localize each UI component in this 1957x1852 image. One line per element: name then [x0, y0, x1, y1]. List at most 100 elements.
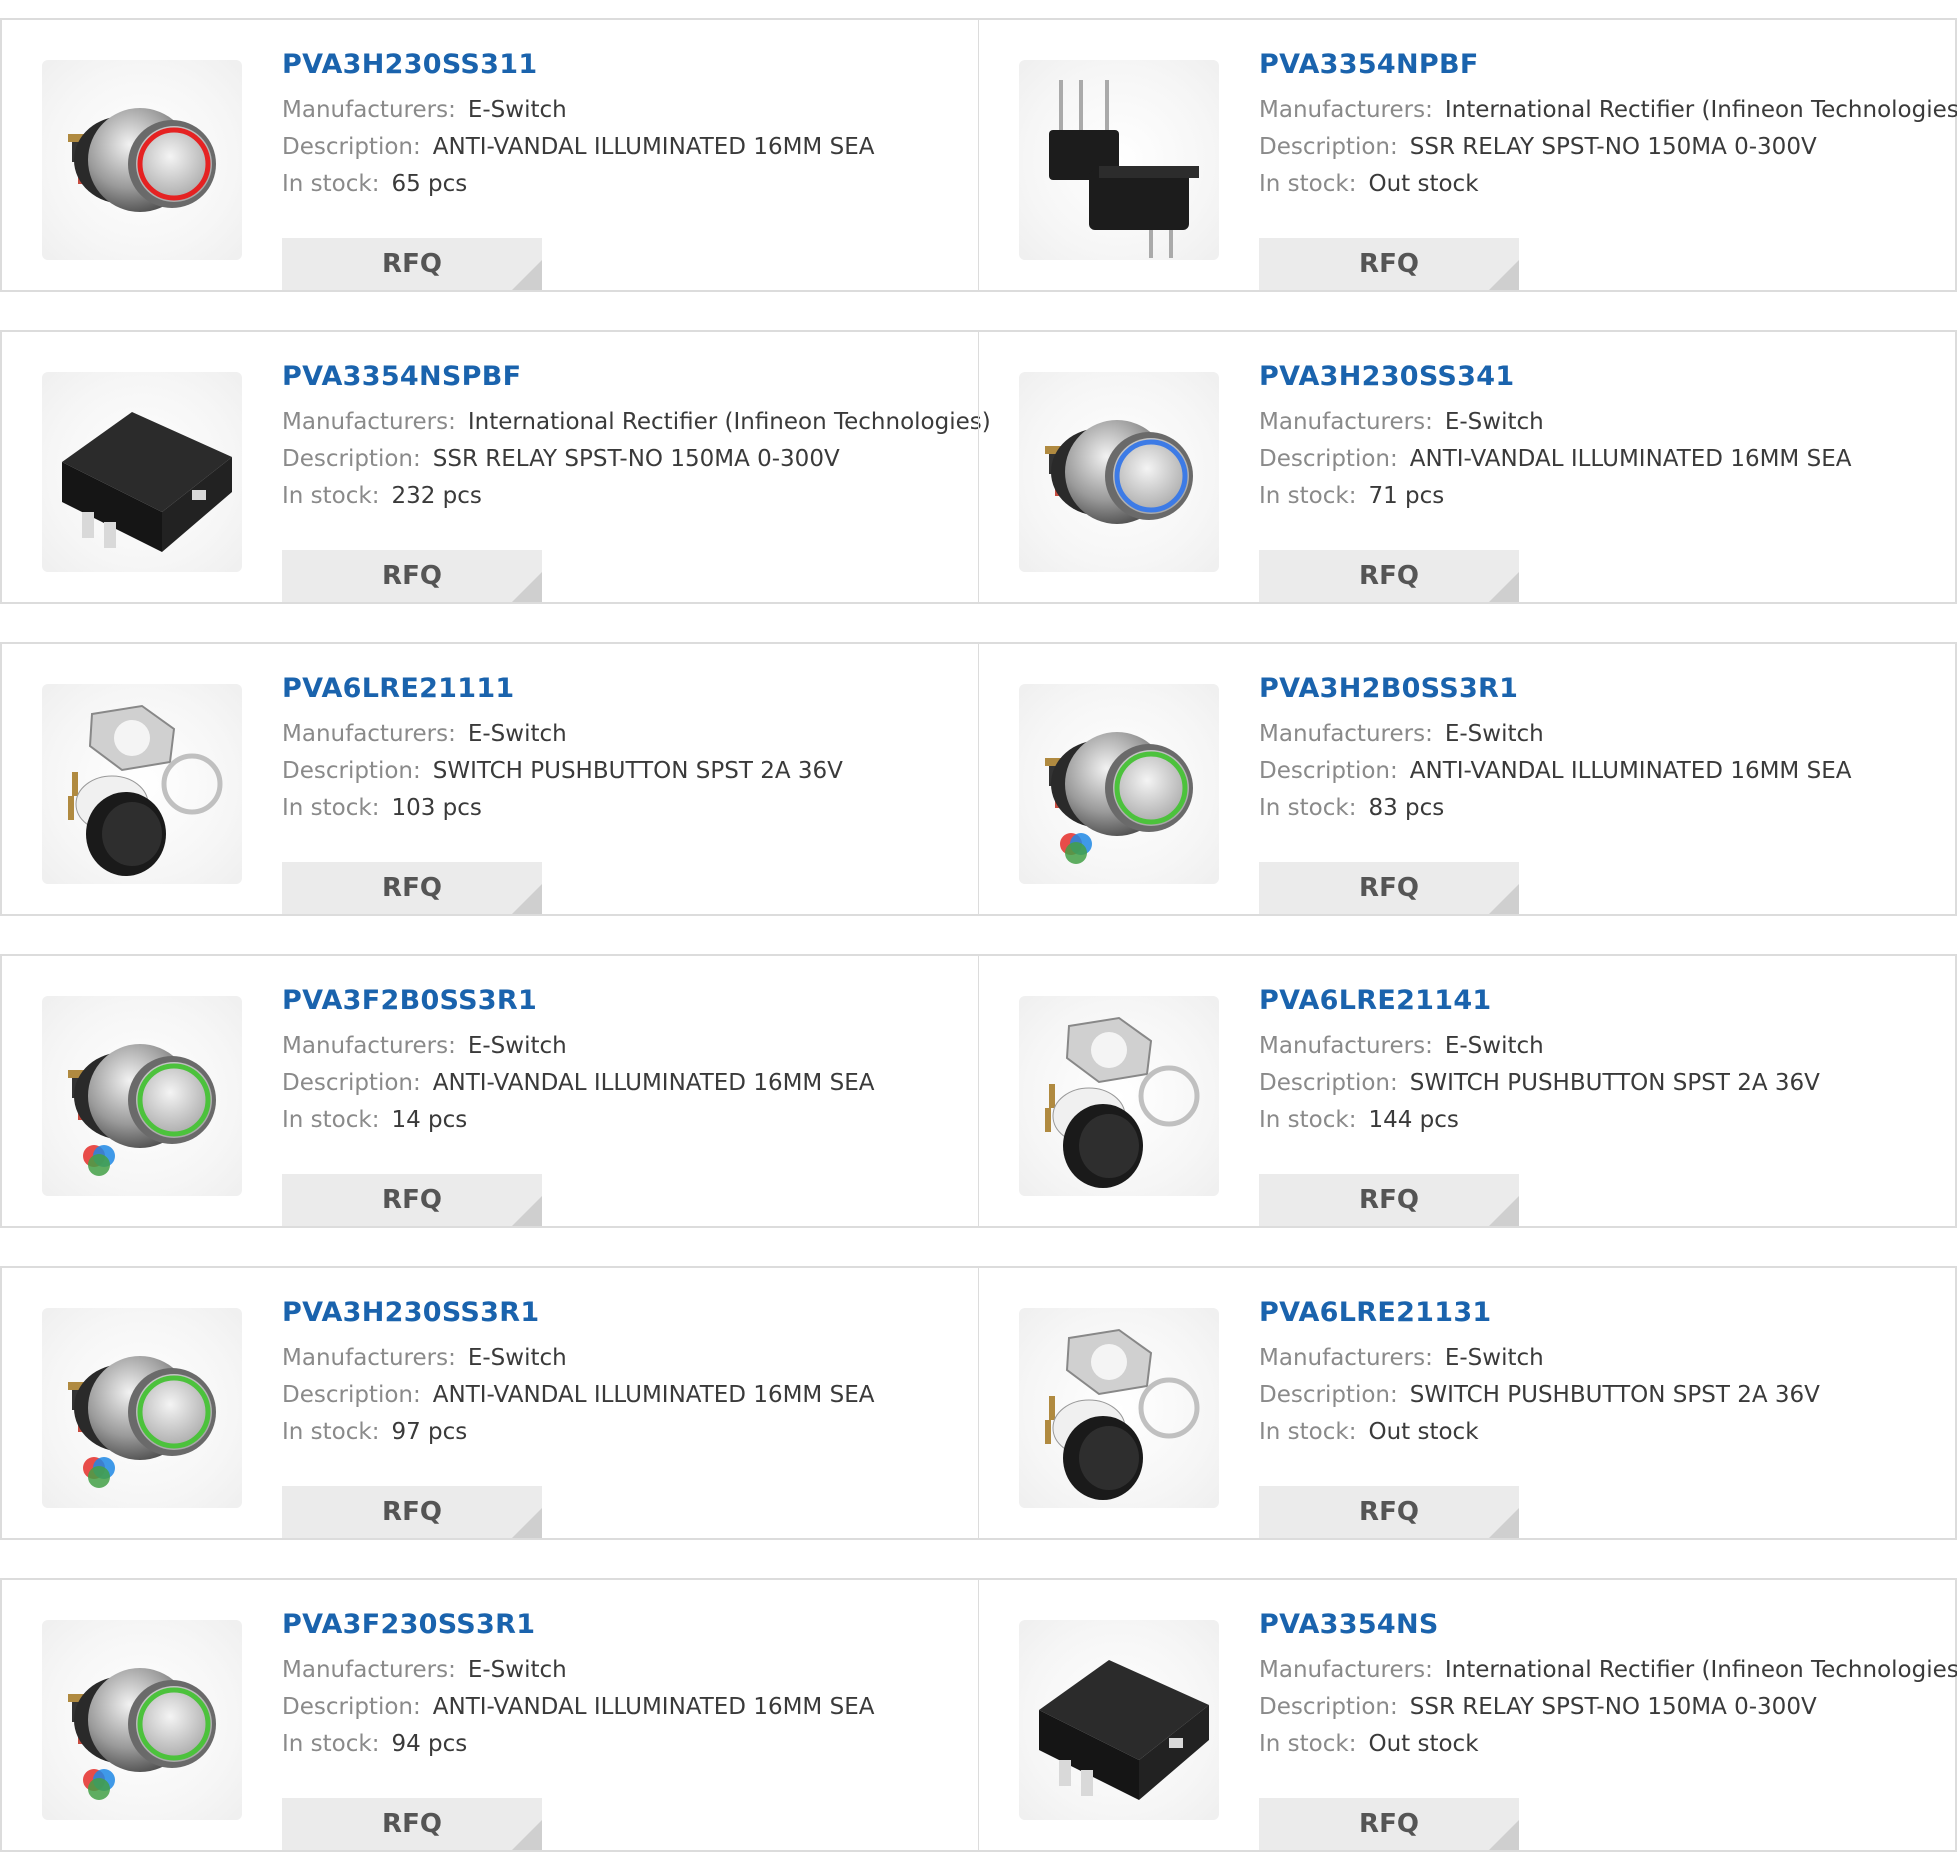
- product-image[interactable]: [1019, 684, 1219, 884]
- product-image[interactable]: [42, 372, 242, 572]
- part-number-link[interactable]: PVA3354NPBF: [1259, 48, 1945, 82]
- rfq-button[interactable]: RFQ: [282, 1798, 542, 1850]
- description-value: ANTI-VANDAL ILLUMINATED 16MM SEA: [432, 134, 875, 160]
- stock-label: In stock:: [1259, 171, 1357, 197]
- description-line: Description: ANTI-VANDAL ILLUMINATED 16MM…: [282, 1689, 968, 1726]
- product-image[interactable]: [1019, 1308, 1219, 1508]
- description-label: Description:: [1259, 758, 1398, 784]
- description-value: ANTI-VANDAL ILLUMINATED 16MM SEA: [432, 1070, 875, 1096]
- stock-label: In stock:: [1259, 483, 1357, 509]
- description-label: Description:: [282, 1694, 421, 1720]
- part-number-link[interactable]: PVA6LRE21141: [1259, 984, 1945, 1018]
- manufacturer-label: Manufacturers:: [1259, 409, 1433, 435]
- rfq-label: RFQ: [1359, 1497, 1419, 1527]
- manufacturer-label: Manufacturers:: [282, 1033, 456, 1059]
- rfq-label: RFQ: [1359, 249, 1419, 279]
- manufacturer-line: Manufacturers: E-Switch: [282, 92, 968, 129]
- product-image[interactable]: [42, 684, 242, 884]
- part-number-link[interactable]: PVA3H230SS3R1: [282, 1296, 968, 1330]
- product-card: PVA6LRE21141 Manufacturers: E-Switch Descri…: [978, 956, 1957, 1226]
- manufacturer-value: International Rectifier (Infineon Techno…: [1444, 97, 1957, 123]
- part-number-link[interactable]: PVA3354NS: [1259, 1608, 1945, 1642]
- product-image[interactable]: [1019, 996, 1219, 1196]
- corner-triangle-icon: [1489, 1820, 1519, 1850]
- smd-relay-icon: [1039, 1660, 1209, 1800]
- product-image[interactable]: [42, 996, 242, 1196]
- product-image[interactable]: [42, 60, 242, 260]
- description-line: Description: ANTI-VANDAL ILLUMINATED 16MM…: [282, 1377, 968, 1414]
- description-label: Description:: [282, 134, 421, 160]
- description-value: ANTI-VANDAL ILLUMINATED 16MM SEA: [432, 1694, 875, 1720]
- part-number-link[interactable]: PVA3F230SS3R1: [282, 1608, 968, 1642]
- product-image[interactable]: [1019, 1620, 1219, 1820]
- rfq-label: RFQ: [1359, 1809, 1419, 1839]
- stock-line: In stock: 14 pcs: [282, 1102, 968, 1139]
- part-number-link[interactable]: PVA6LRE21131: [1259, 1296, 1945, 1330]
- product-info: PVA3H230SS3R1 Manufacturers: E-Switch Descr…: [282, 1296, 968, 1451]
- rfq-button[interactable]: RFQ: [1259, 1798, 1519, 1850]
- rfq-label: RFQ: [1359, 1185, 1419, 1215]
- rfq-button[interactable]: RFQ: [282, 862, 542, 914]
- product-card: PVA3H2B0SS3R1 Manufacturers: E-Switch Descr…: [978, 644, 1957, 914]
- part-number-link[interactable]: PVA6LRE21111: [282, 672, 968, 706]
- rfq-label: RFQ: [1359, 873, 1419, 903]
- manufacturer-line: Manufacturers: E-Switch: [1259, 716, 1945, 753]
- part-number-link[interactable]: PVA3354NSPBF: [282, 360, 968, 394]
- rfq-label: RFQ: [382, 1497, 442, 1527]
- product-card: PVA3354NSPBF Manufacturers: International …: [0, 332, 991, 602]
- stock-value: 83 pcs: [1368, 795, 1445, 821]
- stock-label: In stock:: [282, 1731, 380, 1757]
- manufacturer-value: E-Switch: [467, 1657, 567, 1683]
- manufacturer-value: International Rectifier (Infineon Techno…: [467, 409, 991, 435]
- stock-line: In stock: Out stock: [1259, 1726, 1945, 1763]
- rfq-button[interactable]: RFQ: [282, 550, 542, 602]
- stock-line: In stock: 94 pcs: [282, 1726, 968, 1763]
- manufacturer-value: E-Switch: [1444, 1033, 1544, 1059]
- rfq-button[interactable]: RFQ: [282, 1486, 542, 1538]
- stock-value: Out stock: [1368, 1419, 1479, 1445]
- manufacturer-label: Manufacturers:: [1259, 1033, 1433, 1059]
- product-info: PVA3F230SS3R1 Manufacturers: E-Switch Descr…: [282, 1608, 968, 1763]
- rfq-button[interactable]: RFQ: [1259, 238, 1519, 290]
- product-card: PVA3F230SS3R1 Manufacturers: E-Switch Descr…: [0, 1580, 979, 1850]
- manufacturer-value: E-Switch: [467, 97, 567, 123]
- black-pushbutton-nut-icon: [1045, 1016, 1200, 1188]
- product-row: PVA3H230SS3R1 Manufacturers: E-Switch Descr…: [0, 1266, 1957, 1540]
- description-value: SSR RELAY SPST-NO 150MA 0-300V: [1409, 134, 1817, 160]
- stock-line: In stock: Out stock: [1259, 1414, 1945, 1451]
- description-line: Description: ANTI-VANDAL ILLUMINATED 16MM…: [282, 129, 968, 166]
- description-label: Description:: [1259, 1694, 1398, 1720]
- black-pushbutton-nut-icon: [68, 704, 223, 876]
- product-info: PVA3F2B0SS3R1 Manufacturers: E-Switch Descr…: [282, 984, 968, 1139]
- product-image[interactable]: [42, 1308, 242, 1508]
- manufacturer-label: Manufacturers:: [282, 409, 456, 435]
- part-number-link[interactable]: PVA3F2B0SS3R1: [282, 984, 968, 1018]
- manufacturer-label: Manufacturers:: [282, 721, 456, 747]
- product-image[interactable]: [42, 1620, 242, 1820]
- rfq-button[interactable]: RFQ: [282, 1174, 542, 1226]
- rfq-button[interactable]: RFQ: [1259, 550, 1519, 602]
- part-number-link[interactable]: PVA3H230SS341: [1259, 360, 1945, 394]
- manufacturer-label: Manufacturers:: [282, 1657, 456, 1683]
- stock-label: In stock:: [1259, 1107, 1357, 1133]
- manufacturer-value: E-Switch: [1444, 1345, 1544, 1371]
- rfq-button[interactable]: RFQ: [1259, 862, 1519, 914]
- product-image[interactable]: [1019, 372, 1219, 572]
- product-card: PVA3H230SS311 Manufacturers: E-Switch Descr…: [0, 20, 979, 290]
- stock-line: In stock: 83 pcs: [1259, 790, 1945, 827]
- rfq-button[interactable]: RFQ: [1259, 1174, 1519, 1226]
- description-line: Description: SWITCH PUSHBUTTON SPST 2A 36…: [1259, 1065, 1945, 1102]
- description-line: Description: ANTI-VANDAL ILLUMINATED 16MM…: [1259, 441, 1945, 478]
- stock-line: In stock: 71 pcs: [1259, 478, 1945, 515]
- rfq-button[interactable]: RFQ: [1259, 1486, 1519, 1538]
- part-number-link[interactable]: PVA3H2B0SS3R1: [1259, 672, 1945, 706]
- description-line: Description: SSR RELAY SPST-NO 150MA 0-30…: [1259, 1689, 1945, 1726]
- dip-relay-icon: [1049, 80, 1199, 258]
- stock-label: In stock:: [282, 795, 380, 821]
- part-number-link[interactable]: PVA3H230SS311: [282, 48, 968, 82]
- black-pushbutton-nut-icon: [1045, 1328, 1200, 1500]
- rfq-button[interactable]: RFQ: [282, 238, 542, 290]
- description-value: ANTI-VANDAL ILLUMINATED 16MM SEA: [432, 1382, 875, 1408]
- product-image[interactable]: [1019, 60, 1219, 260]
- corner-triangle-icon: [512, 1196, 542, 1226]
